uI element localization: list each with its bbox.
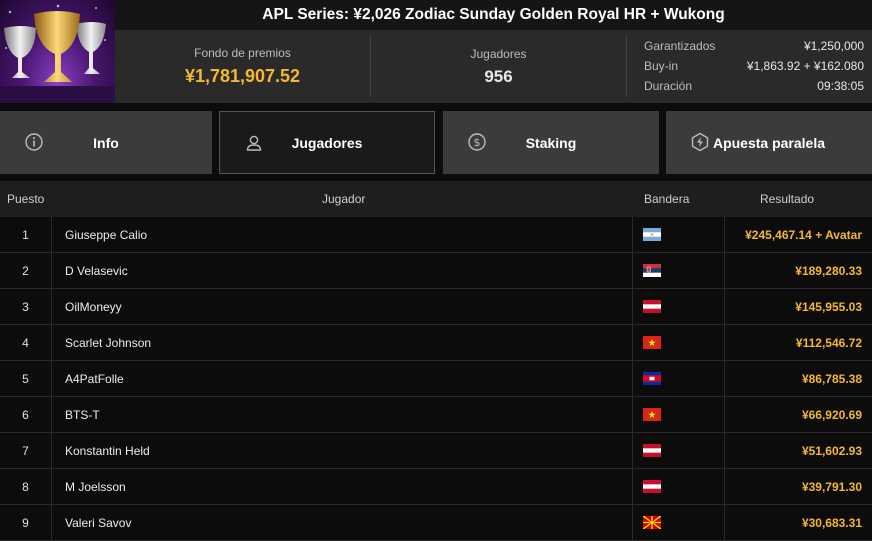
svg-text:$: $ bbox=[474, 136, 481, 149]
detail-duration: Duración 09:38:05 bbox=[644, 76, 864, 96]
players-count: Jugadores 956 bbox=[371, 30, 626, 103]
detail-value: 09:38:05 bbox=[817, 79, 864, 93]
prize-pool-value: ¥1,781,907.52 bbox=[184, 66, 301, 86]
row-result: ¥189,280.33 bbox=[795, 263, 862, 278]
serbia-flag bbox=[643, 253, 663, 288]
detail-value: ¥1,863.92 + ¥162.080 bbox=[746, 59, 864, 73]
table-row[interactable]: 8 M Joelsson ¥39,791.30 bbox=[0, 469, 872, 505]
row-position: 5 bbox=[0, 361, 52, 396]
detail-label: Garantizados bbox=[644, 39, 716, 53]
tournament-details: Garantizados ¥1,250,000 Buy-in ¥1,863.92… bbox=[644, 36, 864, 96]
vietnam-flag bbox=[643, 397, 663, 432]
row-player: M Joelsson bbox=[65, 479, 126, 494]
divider bbox=[626, 36, 627, 97]
detail-label: Duración bbox=[644, 79, 693, 93]
row-result: ¥51,602.93 bbox=[801, 443, 862, 458]
row-player: A4PatFolle bbox=[65, 371, 124, 386]
row-result: ¥86,785.38 bbox=[801, 371, 862, 386]
row-position: 4 bbox=[0, 325, 52, 360]
cambodia-flag bbox=[643, 361, 663, 396]
row-player: D Velasevic bbox=[65, 263, 128, 278]
row-position: 8 bbox=[0, 469, 52, 504]
row-player: Konstantin Held bbox=[65, 443, 150, 458]
row-result: ¥245,467.14 + Avatar bbox=[745, 227, 862, 242]
table-row[interactable]: 1 Giuseppe Calio ¥245,467.14 + Avatar bbox=[0, 217, 872, 253]
row-player: Valeri Savov bbox=[65, 515, 132, 530]
row-result: ¥39,791.30 bbox=[801, 479, 862, 494]
row-result: ¥66,920.69 bbox=[801, 407, 862, 422]
tab-side-bet[interactable]: Apuesta paralela bbox=[666, 111, 872, 174]
row-player: Scarlet Johnson bbox=[65, 335, 152, 350]
tournament-stats: Fondo de premios ¥1,781,907.52 Jugadores… bbox=[115, 30, 872, 103]
detail-label: Buy-in bbox=[644, 59, 679, 73]
column-player: Jugador bbox=[322, 192, 366, 206]
detail-value: ¥1,250,000 bbox=[803, 39, 864, 53]
user-icon bbox=[244, 133, 264, 153]
row-result: ¥30,683.31 bbox=[801, 515, 862, 530]
table-row[interactable]: 4 Scarlet Johnson ¥112,546.72 bbox=[0, 325, 872, 361]
row-player: BTS-T bbox=[65, 407, 100, 422]
argentina-flag bbox=[643, 217, 663, 252]
table-row[interactable]: 2 D Velasevic ¥189,280.33 bbox=[0, 253, 872, 289]
row-position: 9 bbox=[0, 505, 52, 540]
table-row[interactable]: 6 BTS-T ¥66,920.69 bbox=[0, 397, 872, 433]
staking-coin-icon: $ bbox=[467, 132, 487, 152]
column-flag: Bandera bbox=[644, 192, 690, 206]
results-table: 1 Giuseppe Calio ¥245,467.14 + Avatar 2 … bbox=[0, 217, 872, 541]
vietnam-flag bbox=[643, 325, 663, 360]
row-position: 2 bbox=[0, 253, 52, 288]
austria-flag bbox=[643, 469, 663, 504]
tab-staking[interactable]: $ Staking bbox=[443, 111, 659, 174]
table-row[interactable]: 7 Konstantin Held ¥51,602.93 bbox=[0, 433, 872, 469]
austria-flag bbox=[643, 433, 663, 468]
prize-pool: Fondo de premios ¥1,781,907.52 bbox=[115, 30, 370, 103]
results-table-header: Puesto Jugador Bandera Resultado bbox=[0, 181, 872, 217]
row-result: ¥145,955.03 bbox=[795, 299, 862, 314]
row-result: ¥112,546.72 bbox=[795, 335, 862, 350]
column-result: Resultado bbox=[760, 192, 815, 206]
row-position: 7 bbox=[0, 433, 52, 468]
tab-info[interactable]: Info bbox=[0, 111, 212, 174]
column-position: Puesto bbox=[7, 192, 45, 206]
row-player: OilMoneyy bbox=[65, 299, 122, 314]
row-position: 1 bbox=[0, 217, 52, 252]
north-macedonia-flag bbox=[643, 505, 663, 540]
table-row[interactable]: 5 A4PatFolle ¥86,785.38 bbox=[0, 361, 872, 397]
tab-players[interactable]: Jugadores bbox=[219, 111, 435, 174]
trophy-cups-image bbox=[0, 0, 115, 103]
info-icon bbox=[24, 132, 44, 152]
row-player: Giuseppe Calio bbox=[65, 227, 148, 242]
row-position: 6 bbox=[0, 397, 52, 432]
table-row[interactable]: 3 OilMoneyy ¥145,955.03 bbox=[0, 289, 872, 325]
prize-pool-label: Fondo de premios bbox=[194, 46, 291, 60]
detail-buy-in: Buy-in ¥1,863.92 + ¥162.080 bbox=[644, 56, 864, 76]
table-row[interactable]: 9 Valeri Savov ¥30,683.31 bbox=[0, 505, 872, 541]
detail-guaranteed: Garantizados ¥1,250,000 bbox=[644, 36, 864, 56]
austria-flag bbox=[643, 289, 663, 324]
players-label: Jugadores bbox=[470, 46, 527, 61]
side-bet-icon bbox=[690, 132, 710, 152]
row-position: 3 bbox=[0, 289, 52, 324]
tournament-title: APL Series: ¥2,026 Zodiac Sunday Golden … bbox=[115, 0, 872, 30]
players-value: 956 bbox=[484, 66, 513, 86]
tournament-header: APL Series: ¥2,026 Zodiac Sunday Golden … bbox=[0, 0, 872, 103]
